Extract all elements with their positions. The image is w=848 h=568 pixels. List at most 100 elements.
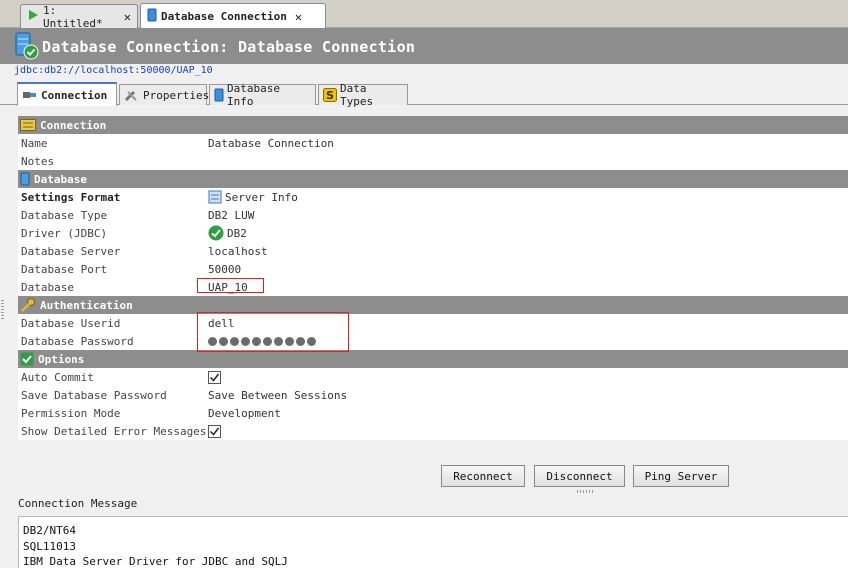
plug-icon — [22, 89, 38, 101]
property-key: Save Database Password — [21, 388, 167, 402]
property-row-save-password[interactable]: Save Database Password Save Between Sess… — [18, 386, 848, 404]
property-value — [208, 368, 848, 386]
property-row-permission-mode[interactable]: Permission Mode Development — [18, 404, 848, 422]
property-key: Database Type — [21, 208, 108, 222]
property-value[interactable]: Development — [208, 404, 848, 422]
svg-text:S: S — [326, 89, 334, 102]
tools-icon — [124, 88, 140, 102]
tab-database-info[interactable]: Database Info — [209, 82, 316, 108]
ping-server-button[interactable]: Ping Server — [633, 465, 729, 487]
close-icon[interactable]: ✕ — [124, 10, 131, 24]
editor-tab-database-connection[interactable]: Database Connection ✕ — [140, 3, 326, 29]
editor-tab-bar: 1: Untitled* ✕ Database Connection ✕ — [0, 0, 848, 30]
property-row-name[interactable]: Name Database Connection — [18, 134, 848, 152]
property-value[interactable]: Server Info — [208, 188, 848, 206]
editor-tab-label: Database Connection — [161, 10, 287, 23]
reconnect-button[interactable]: Reconnect — [441, 465, 525, 487]
page-title: Database Connection: Database Connection — [42, 38, 416, 56]
property-row-database-server[interactable]: Database Server localhost — [18, 242, 848, 260]
server-info-icon — [208, 190, 222, 204]
tab-properties[interactable]: Properties — [119, 84, 209, 105]
disconnect-button[interactable]: Disconnect — [534, 465, 625, 487]
property-value[interactable] — [208, 152, 848, 170]
section-options[interactable]: Options — [18, 350, 848, 368]
property-value-text: Server Info — [225, 190, 298, 204]
property-key: Driver (JDBC) — [21, 226, 108, 240]
editor-tab-label: 1: Untitled* — [43, 3, 103, 30]
database-icon — [214, 88, 224, 102]
database-icon — [20, 172, 30, 186]
section-database[interactable]: Database — [18, 170, 848, 188]
password-mask — [208, 336, 316, 346]
password-dot — [263, 336, 272, 346]
database-connected-icon — [15, 32, 39, 63]
section-title: Authentication — [40, 298, 133, 312]
tab-connection[interactable]: Connection — [17, 82, 117, 106]
property-key: Permission Mode — [21, 406, 121, 420]
property-key: Database Password — [21, 334, 134, 348]
show-errors-checkbox[interactable] — [208, 424, 221, 438]
datatype-s-icon: S — [323, 88, 337, 102]
property-row-notes[interactable]: Notes — [18, 152, 848, 170]
property-key: Database Server — [21, 244, 121, 258]
key-icon — [20, 298, 36, 312]
password-dot — [252, 336, 261, 346]
property-key: Settings Format — [21, 190, 121, 204]
splitter-handle[interactable] — [577, 490, 595, 493]
property-row-settings-format[interactable]: Settings Format Server Info — [18, 188, 848, 206]
auto-commit-checkbox[interactable] — [208, 370, 221, 384]
property-row-auto-commit[interactable]: Auto Commit — [18, 368, 848, 386]
property-value[interactable]: UAP_10 — [208, 278, 848, 296]
property-value[interactable]: localhost — [208, 242, 848, 260]
password-dot — [241, 336, 250, 346]
message-line: SQL11013 — [23, 539, 76, 553]
password-dot — [274, 336, 283, 346]
password-dot — [230, 336, 239, 346]
password-dot — [285, 336, 294, 346]
password-dot — [296, 336, 305, 346]
property-value[interactable]: DB2 — [208, 224, 848, 242]
property-value[interactable]: 50000 — [208, 260, 848, 278]
property-value-text: DB2 — [227, 226, 247, 240]
connection-message-box[interactable]: DB2/NT64 SQL11013 IBM Data Server Driver… — [18, 516, 848, 568]
message-line: DB2/NT64 — [23, 524, 76, 537]
property-key: Notes — [21, 154, 55, 168]
checkmark-icon — [20, 352, 34, 366]
editor-tab-untitled[interactable]: 1: Untitled* ✕ — [20, 3, 138, 30]
property-row-database-type[interactable]: Database Type DB2 LUW — [18, 206, 848, 224]
close-icon[interactable]: ✕ — [295, 10, 302, 24]
property-row-driver[interactable]: Driver (JDBC) DB2 — [18, 224, 848, 242]
property-value[interactable]: Database Connection — [208, 134, 848, 152]
password-dot — [208, 336, 217, 346]
tab-label: Database Info — [227, 82, 280, 108]
connection-url[interactable]: jdbc:db2://localhost:50000/UAP_10 — [14, 65, 213, 76]
check-circle-icon — [208, 225, 224, 241]
property-row-database-port[interactable]: Database Port 50000 — [18, 260, 848, 278]
section-title: Database — [34, 172, 87, 186]
connection-message-label: Connection Message — [18, 497, 138, 510]
password-field[interactable] — [208, 332, 848, 350]
property-value[interactable]: DB2 LUW — [208, 206, 848, 224]
property-key: Show Detailed Error Messages — [21, 424, 207, 438]
property-row-show-errors[interactable]: Show Detailed Error Messages — [18, 422, 848, 440]
section-connection[interactable]: Connection — [18, 116, 848, 134]
property-row-password[interactable]: Database Password — [18, 332, 848, 350]
property-key: Database Userid — [21, 316, 121, 330]
tab-data-types[interactable]: S Data Types — [318, 82, 408, 108]
property-value[interactable]: Save Between Sessions — [208, 386, 848, 404]
property-key: Auto Commit — [21, 370, 94, 384]
property-row-userid[interactable]: Database Userid dell — [18, 314, 848, 332]
resize-handle[interactable] — [1, 300, 4, 320]
property-value — [208, 422, 848, 440]
section-authentication[interactable]: Authentication — [18, 296, 848, 314]
editor-header: Database Connection: Database Connection — [0, 28, 848, 64]
property-row-database[interactable]: Database UAP_10 — [18, 278, 848, 296]
property-key: Name — [21, 136, 48, 150]
message-line: IBM Data Server Driver for JDBC and SQLJ — [23, 555, 288, 568]
view-tab-bar: Connection Properties Database Info S Da… — [0, 80, 848, 108]
property-key: Database Port — [21, 262, 108, 276]
connection-icon — [20, 118, 36, 132]
property-grid: Connection Name Database Connection Note… — [18, 116, 848, 440]
database-icon — [147, 8, 157, 25]
userid-field[interactable]: dell — [208, 314, 848, 332]
